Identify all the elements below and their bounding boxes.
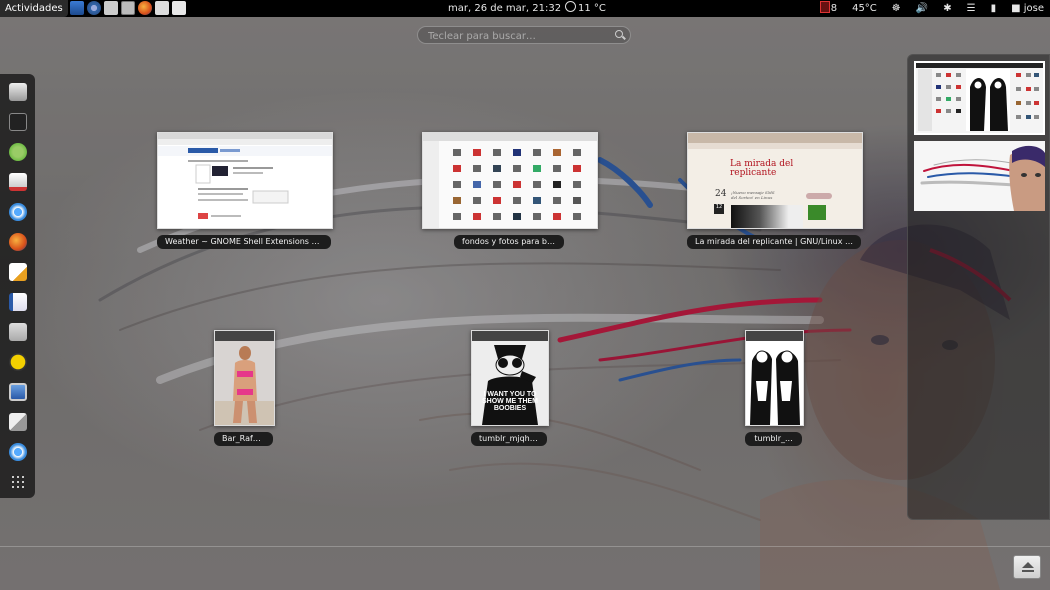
workspace-2-preview <box>914 141 1045 211</box>
software-icon <box>9 173 27 191</box>
weather-temp: 11 °C <box>578 3 606 14</box>
dash-screenshot[interactable] <box>8 382 28 402</box>
workspace-switcher <box>907 54 1050 520</box>
workspace-2[interactable] <box>914 141 1045 211</box>
comic-preview <box>746 331 803 425</box>
top-bar: Actividades mar, 26 de mar, 21:32 11 °C … <box>0 0 1050 17</box>
workspace-1-preview <box>916 63 1043 133</box>
archive-icon <box>9 323 27 341</box>
window-caption[interactable]: tumblr_... <box>745 432 802 446</box>
notification-icon <box>819 1 830 13</box>
blog-subtitle: ¡Nuevo mensaje SMS del Sorteo! en Linux <box>731 190 775 200</box>
message-tray-divider <box>0 546 1050 547</box>
user-menu[interactable]: ■ jose <box>1011 0 1044 17</box>
show-apps-icon <box>12 476 24 488</box>
search-input[interactable] <box>426 28 610 44</box>
search-icon <box>615 30 623 38</box>
window-caption[interactable]: tumblr_mjqhvi... <box>471 432 547 446</box>
notification-indicator[interactable]: 8 <box>819 0 838 17</box>
blog-day2: 12 <box>714 204 724 214</box>
dash-terminal[interactable] <box>8 112 28 132</box>
user-icon: ■ <box>1011 3 1024 14</box>
home-icon <box>9 143 27 161</box>
file-grid-preview <box>423 133 597 228</box>
status-area: 8 45°C ☸ 🔊 ✱ ☰ ▮ ■ jose <box>819 0 1044 17</box>
user-name: jose <box>1023 3 1044 14</box>
window-thumbnail[interactable] <box>745 330 804 426</box>
terminal-icon <box>9 113 27 131</box>
blog-day: 24 <box>715 189 727 199</box>
clock[interactable]: mar, 26 de mar, 21:32 <box>448 0 561 17</box>
window-thumbnail[interactable] <box>214 330 275 426</box>
desktop-icon[interactable] <box>70 1 84 15</box>
window-thumbnail[interactable]: La mirada del replicante 24 ¡Nuevo mensa… <box>687 132 863 229</box>
top-bar-launchers <box>70 1 186 16</box>
weather-indicator[interactable]: 11 °C <box>565 0 606 17</box>
dash-writer[interactable] <box>8 292 28 312</box>
window-thumbnail[interactable] <box>422 132 598 229</box>
firefox-icon[interactable] <box>138 1 152 15</box>
dash-chromium[interactable] <box>8 202 28 222</box>
skype-icon <box>9 353 27 371</box>
image-viewer-icon <box>9 413 27 431</box>
browser-chrome <box>688 133 862 143</box>
browser-toolbar <box>688 143 862 149</box>
eject-button[interactable] <box>1013 555 1041 579</box>
activities-button[interactable]: Actividades <box>0 0 68 17</box>
webpage-preview <box>158 133 332 219</box>
accessibility-icon[interactable]: ☸ <box>892 0 901 17</box>
cpu-temperature[interactable]: 45°C <box>852 0 877 17</box>
dash-image-viewer[interactable] <box>8 412 28 432</box>
screenshot-icon <box>9 383 27 401</box>
dash-text-editor[interactable] <box>8 262 28 282</box>
window-caption[interactable]: Bar_Rafa... <box>214 432 273 446</box>
volume-icon[interactable]: 🔊 <box>916 0 928 17</box>
dash-archive[interactable] <box>8 322 28 342</box>
eject-icon-bar <box>1022 570 1034 572</box>
window-thumbnail[interactable] <box>157 132 333 229</box>
search-box[interactable] <box>417 26 631 44</box>
eject-icon <box>1022 562 1034 568</box>
blog-image <box>731 205 803 228</box>
overview-dim-layer <box>0 17 1050 590</box>
dash-chrome[interactable] <box>8 442 28 462</box>
poster-text: I WANT YOU TO SHOW ME THEM BOOBIES <box>482 391 538 412</box>
screenshot-icon[interactable] <box>172 1 186 15</box>
show-apps-button[interactable] <box>8 472 28 492</box>
window-caption[interactable]: La mirada del replicante | GNU/Linux y c… <box>687 235 861 249</box>
image-viewer-icon[interactable] <box>121 1 135 15</box>
window-caption[interactable]: fondos y fotos para blog <box>454 235 564 249</box>
dash-skype[interactable] <box>8 352 28 372</box>
notification-count: 8 <box>830 3 838 14</box>
firefox-icon <box>9 233 27 251</box>
dash <box>0 74 35 498</box>
dash-home[interactable] <box>8 142 28 162</box>
blog-title: La mirada del replicante <box>730 159 794 178</box>
dash-software[interactable] <box>8 172 28 192</box>
chromium-icon <box>9 203 27 221</box>
files-icon[interactable] <box>104 1 118 15</box>
files-icon <box>9 83 27 101</box>
window-thumbnail[interactable]: I WANT YOU TO SHOW ME THEM BOOBIES <box>471 330 549 426</box>
wifi-icon[interactable]: ☰ <box>967 0 976 17</box>
sidebar-widget <box>808 205 826 220</box>
battery-icon[interactable]: ▮ <box>991 0 997 17</box>
workspace-1[interactable] <box>914 61 1045 135</box>
writer-icon <box>9 293 27 311</box>
window-caption[interactable]: Weather ~ GNOME Shell Extensions ~ Mo... <box>157 235 331 249</box>
photo-preview <box>215 331 274 425</box>
browser-icon[interactable] <box>87 1 101 15</box>
text-editor-icon <box>9 263 27 281</box>
document-viewer-icon[interactable] <box>155 1 169 15</box>
dash-files[interactable] <box>8 82 28 102</box>
share-icons <box>806 193 832 199</box>
bluetooth-icon[interactable]: ✱ <box>943 0 951 17</box>
chrome-icon <box>9 443 27 461</box>
dash-firefox[interactable] <box>8 232 28 252</box>
weather-icon <box>565 1 576 12</box>
